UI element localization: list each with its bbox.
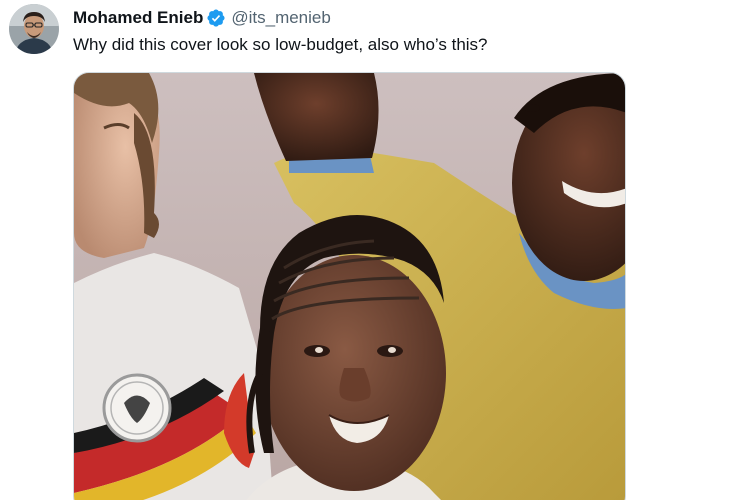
tweet-media-image[interactable] [73,72,626,500]
avatar[interactable] [9,4,59,54]
avatar-image [9,4,59,54]
tweet-text: Why did this cover look so low-budget, a… [73,35,488,54]
tweet-header: Mohamed Enieb @its_menieb [73,6,331,30]
author-display-name[interactable]: Mohamed Enieb [73,8,203,28]
cover-artwork-image [74,73,625,500]
author-handle[interactable]: @its_menieb [231,8,330,28]
tweet: Mohamed Enieb @its_menieb Why did this c… [0,0,730,500]
verified-badge-icon[interactable] [206,8,226,28]
